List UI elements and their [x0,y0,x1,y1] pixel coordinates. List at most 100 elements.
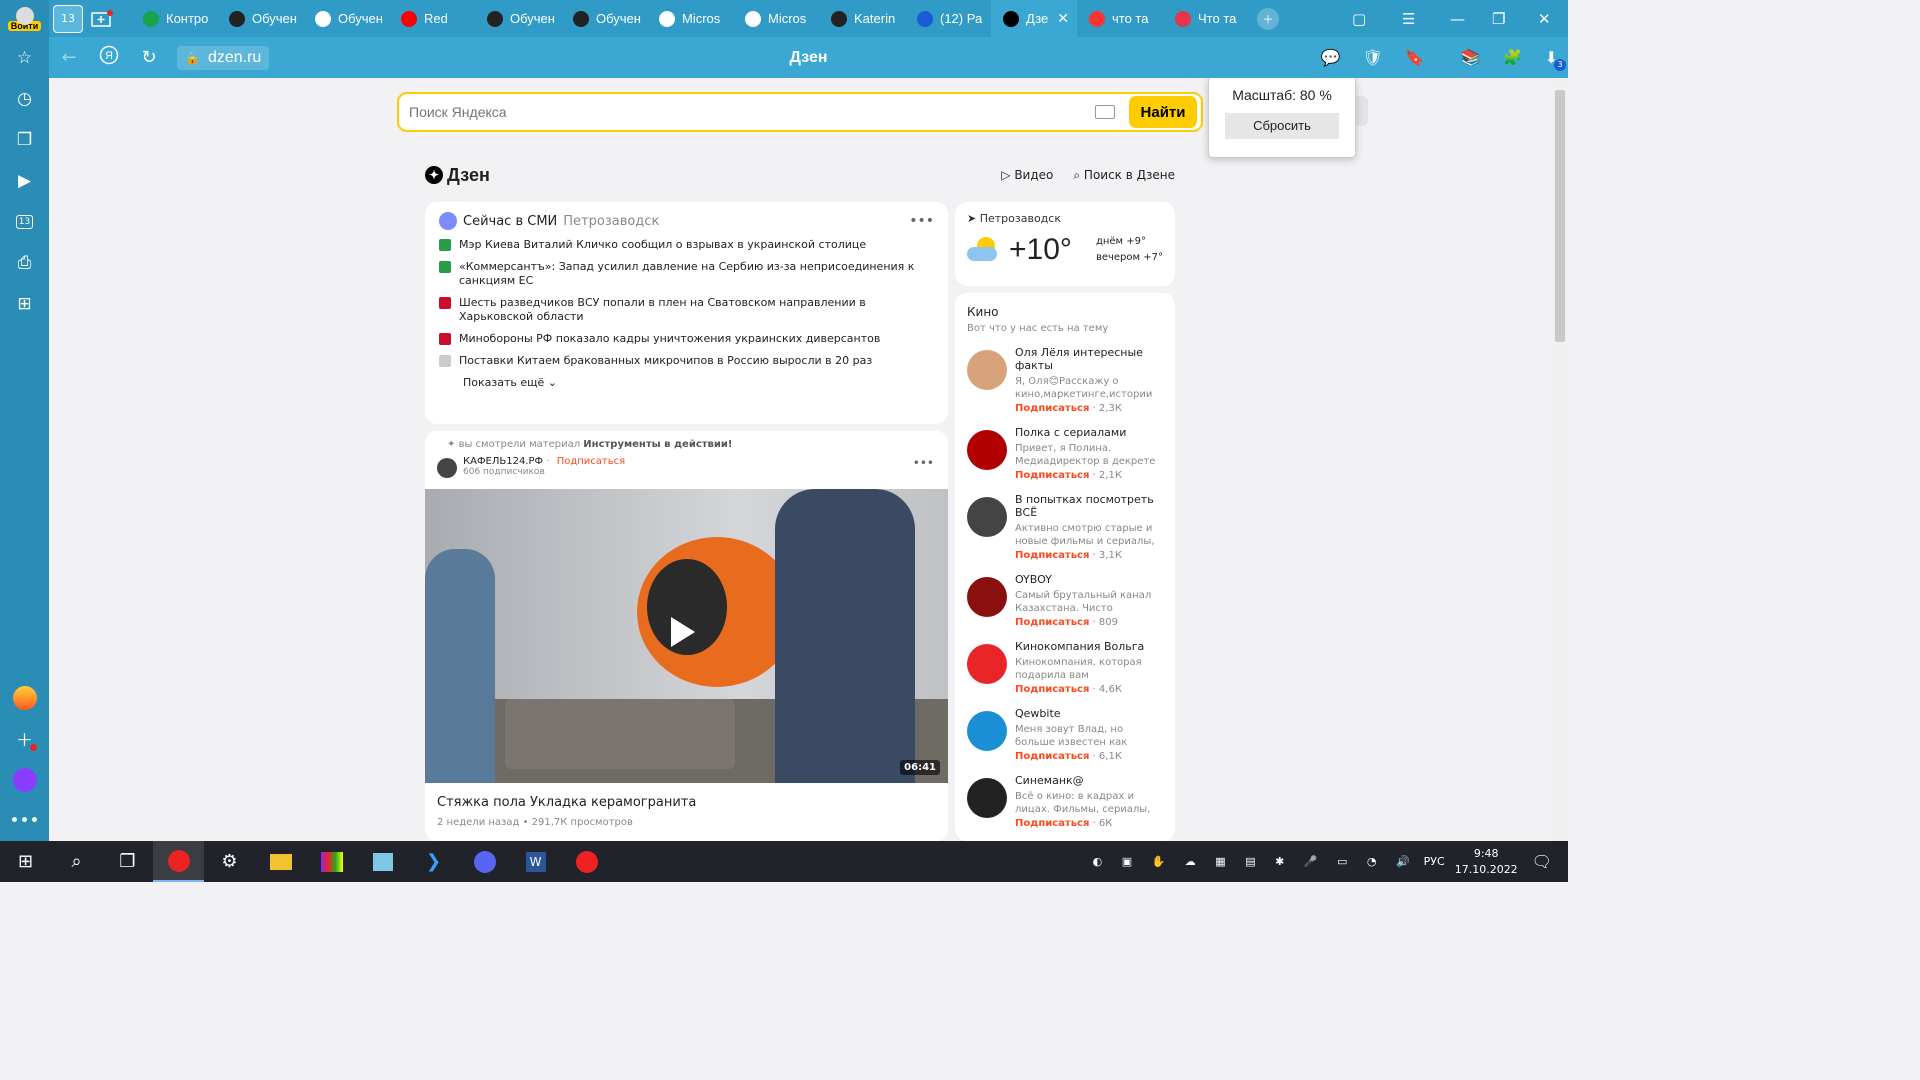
tab-groups-button[interactable]: 13 [53,4,83,33]
channel-avatar[interactable] [967,778,1007,818]
minimize-button[interactable]: — [1450,0,1465,37]
channel-avatar[interactable] [967,497,1007,537]
keyboard-icon[interactable] [1095,105,1115,119]
play-icon[interactable] [671,617,695,647]
channel-name[interactable]: Полка с сериалами [1015,426,1163,439]
channel-avatar[interactable] [967,644,1007,684]
search-input[interactable] [399,104,1095,120]
tab-9[interactable]: (12) Ра [905,0,991,37]
video-play-icon[interactable]: ▶ [0,160,49,201]
news-item[interactable]: «Коммерсантъ»: Запад усилил давление на … [439,260,934,288]
search-button[interactable]: Найти [1129,96,1197,128]
zoom-reset-button[interactable]: Сбросить [1225,113,1339,139]
post-options-icon[interactable]: ••• [913,456,934,478]
channel-avatar[interactable] [967,711,1007,751]
subscribe-link[interactable]: Подписаться [1015,684,1089,695]
tab-2[interactable]: Обучен [303,0,389,37]
subscribe-link[interactable]: Подписаться [1015,470,1089,481]
alice-icon[interactable] [0,759,49,800]
channel-item[interactable]: Полка с сериалами Привет, я Полина. Медиа… [967,426,1163,481]
news-title[interactable]: Сейчас в СМИ [463,214,557,229]
tab-6[interactable]: Micros [647,0,733,37]
show-more-button[interactable]: Показать ещё ⌄ [463,376,934,389]
channel-item[interactable]: Qewbite Меня зовут Влад, но больше извест… [967,707,1163,762]
vscode-icon[interactable]: ❯ [408,841,459,882]
post-title[interactable]: Стяжка пола Укладка керамогранита [437,795,696,810]
url-field[interactable]: 🔒 dzen.ru [177,45,270,70]
video-player[interactable]: 06:41 [425,489,948,783]
channel-name[interactable]: Кинокомпания Вольга [1015,640,1163,653]
collections-stack-icon[interactable]: ❐ [0,119,49,160]
subscribe-link[interactable]: Подписаться [1015,818,1089,829]
tab-8[interactable]: Katerin [819,0,905,37]
subscribe-link[interactable]: Подписаться [1015,617,1089,628]
yandex-button[interactable]: Я [89,45,129,70]
screenshot-icon[interactable]: ⎙ [0,242,49,283]
channel-avatar[interactable] [967,430,1007,470]
weather-card[interactable]: ➤ Петрозаводск +10° днём +9° вечером +7° [955,202,1175,286]
dzen-search-link[interactable]: ⌕ Поиск в Дзене [1073,168,1175,183]
tabs-counter-icon[interactable]: 13 [0,201,49,242]
channel-name[interactable]: В попытках посмотреть ВСЁ [1015,493,1163,519]
bookmark-icon[interactable]: 🔖 [1405,48,1425,67]
collections-icon[interactable]: 📚 [1461,48,1481,67]
close-window-button[interactable]: ✕ [1538,0,1551,37]
tab-3[interactable]: Red [389,0,475,37]
reload-button[interactable]: ↻ [129,47,169,68]
tab-12[interactable]: Что та [1163,0,1249,37]
channel-name[interactable]: OYBOY [1015,573,1163,586]
channel-avatar[interactable] [967,350,1007,390]
more-dots-icon[interactable]: ••• [0,800,49,841]
profile-button[interactable]: Войти [0,0,49,37]
news-item[interactable]: Поставки Китаем бракованных микрочипов в… [439,354,934,368]
menu-icon[interactable]: ☰ [1402,0,1415,37]
channel-item[interactable]: Кинокомпания Вольга Кинокомпания, которая… [967,640,1163,695]
apps-grid-icon[interactable]: ⊞ [0,283,49,324]
search-icon[interactable]: ⌕ [51,841,102,882]
more-options-icon[interactable]: ••• [909,213,934,229]
app-shortcut-icon[interactable] [0,677,49,718]
yandex-browser-2-icon[interactable] [561,841,612,882]
news-item[interactable]: Мэр Киева Виталий Кличко сообщил о взрыв… [439,238,934,252]
channel-item[interactable]: В попытках посмотреть ВСЁ Активно смотрю … [967,493,1163,561]
tab-1[interactable]: Обучен [217,0,303,37]
tab-7[interactable]: Micros [733,0,819,37]
subscribe-link[interactable]: Подписаться [1015,550,1089,561]
word-icon[interactable]: W [510,841,561,882]
extension-icon[interactable]: 🧩 [1503,48,1523,67]
notifications-icon[interactable]: 🗨 [1532,852,1552,871]
close-tab-icon[interactable]: ✕ [1057,10,1069,27]
new-tab-group-icon[interactable] [87,5,117,33]
tab-4[interactable]: Обучен [475,0,561,37]
restore-button[interactable]: ❐ [1492,0,1505,37]
video-link[interactable]: ▷ Видео [1001,168,1053,183]
protect-icon[interactable]: 🛡 [1363,48,1383,67]
news-item[interactable]: Шесть разведчиков ВСУ попали в плен на С… [439,296,934,324]
yandex-browser-icon[interactable] [153,841,204,882]
channel-item[interactable]: Оля Лёля интересные факты Я, Оля😊Расскажу… [967,346,1163,414]
clock[interactable]: 9:48 17.10.2022 [1455,846,1518,878]
tab-10[interactable]: Дзе ✕ [991,0,1077,37]
subscribe-link[interactable]: Подписаться [1015,403,1089,414]
page-scrollbar[interactable] [1552,78,1568,841]
channel-name[interactable]: Qewbite [1015,707,1163,720]
windows-start-icon[interactable]: ⊞ [0,841,51,882]
language-indicator[interactable]: РУС [1424,855,1445,868]
channel-avatar[interactable] [967,577,1007,617]
tab-0[interactable]: Контро [131,0,217,37]
comments-icon[interactable]: 💬 [1321,48,1341,67]
author-avatar[interactable] [437,458,457,478]
subscribe-link[interactable]: Подписаться [557,456,625,467]
channel-name[interactable]: Оля Лёля интересные факты [1015,346,1163,372]
channel-item[interactable]: Синеманк@ Всё о кино: в кадрах и лицах. Ф… [967,774,1163,829]
discord-icon[interactable] [459,841,510,882]
tab-5[interactable]: Обучен [561,0,647,37]
task-view-icon[interactable]: ❐ [102,841,153,882]
settings-gear-icon[interactable]: ⚙ [204,841,255,882]
downloads-icon[interactable]: ⬇ 3 [1545,48,1566,71]
tab-11[interactable]: что та [1077,0,1163,37]
back-button[interactable]: ← [49,47,89,68]
news-item[interactable]: Минобороны РФ показало кадры уничтожения… [439,332,934,346]
dzen-logo[interactable]: ✦ Дзен [425,165,490,186]
tray-apps-icon[interactable]: ◐ ▣ ✋ ☁ ▦ ▤ ✱ 🎤 ▭ ◔ 🔊 [1093,855,1418,868]
